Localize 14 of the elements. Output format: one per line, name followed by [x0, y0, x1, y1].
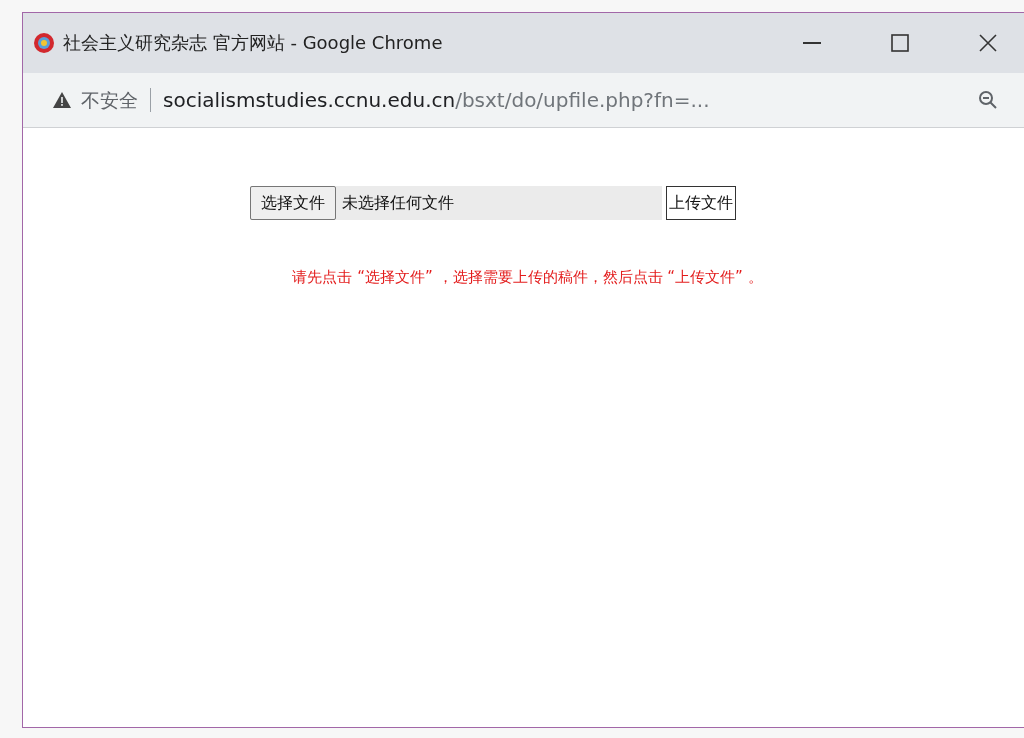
warning-icon[interactable] — [53, 92, 71, 108]
security-label[interactable]: 不安全 — [81, 88, 151, 112]
address-bar[interactable]: 不安全 socialismstudies.ccnu.edu.cn/bsxt/do/upfile.php?fn=... — [23, 73, 1024, 128]
file-status: 未选择任何文件 — [341, 192, 454, 214]
url-text[interactable]: socialismstudies.ccnu.edu.cn/bsxt/do/upfile.php?fn=... — [163, 88, 944, 112]
close-icon[interactable] — [979, 34, 997, 52]
zoom-icon[interactable] — [978, 90, 998, 110]
instruction-text: 请先点击 “选择文件” ，选择需要上传的稿件，然后点击 “上传文件” 。 — [292, 268, 763, 287]
upload-button[interactable]: 上传文件 — [665, 186, 736, 220]
file-input[interactable]: 选择文件 未选择任何文件 — [249, 186, 662, 220]
site-logo-icon — [33, 32, 55, 54]
maximize-icon[interactable] — [891, 34, 909, 52]
window-title: 社会主义研究杂志 官方网站 - Google Chrome — [63, 31, 444, 55]
choose-file-button[interactable]: 选择文件 — [249, 186, 336, 220]
